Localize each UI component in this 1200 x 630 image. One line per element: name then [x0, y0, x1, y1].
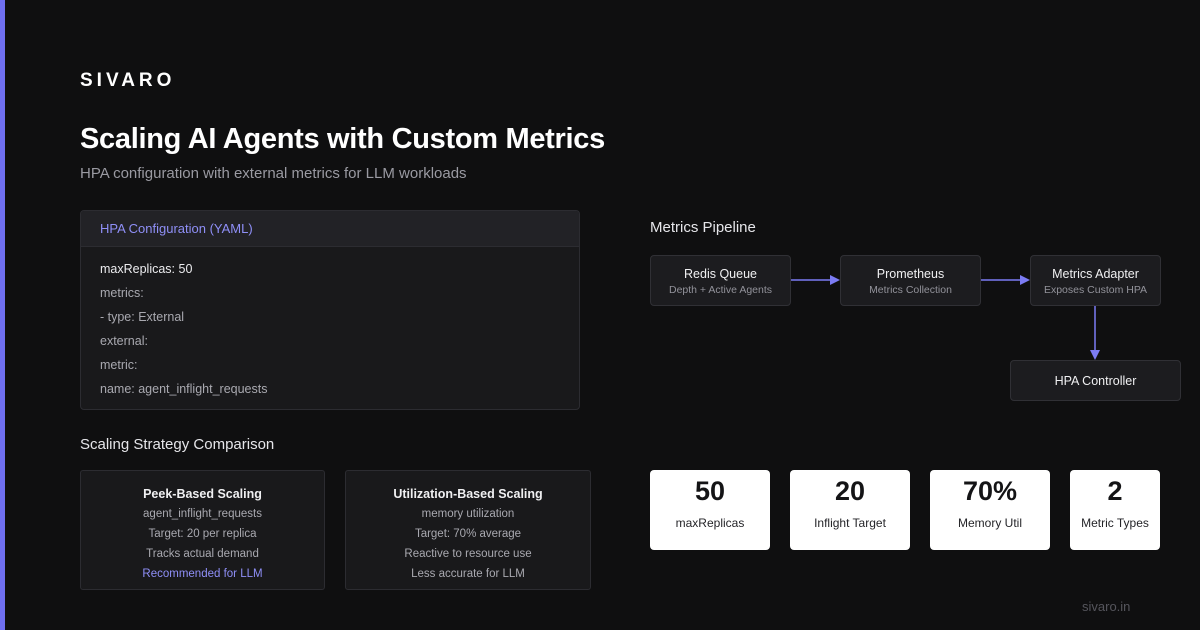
stat-label: Memory Util — [957, 516, 1022, 530]
yaml-config-card: HPA Configuration (YAML) maxReplicas: 50… — [80, 210, 580, 410]
yaml-line: external: — [100, 334, 148, 348]
stat-card-inflight-target: 20 Inflight Target — [790, 470, 910, 550]
yaml-line: - type: External — [100, 310, 185, 324]
stat-card-metric-types: 2 Metric Types — [1070, 470, 1160, 550]
strategy-title: Peek-Based Scaling — [143, 487, 262, 501]
pipeline-section-title: Metrics Pipeline — [650, 219, 756, 236]
strategy-line: Target: 70% average — [414, 528, 522, 540]
stat-label: maxReplicas — [675, 516, 745, 530]
metrics-adapter-node: Metrics Adapter Exposes Custom HPA — [1030, 255, 1161, 306]
page-title: Scaling AI Agents with Custom Metrics — [80, 123, 605, 155]
utilization-based-scaling-card: Utilization-Based Scaling memory utiliza… — [345, 470, 591, 590]
prometheus-node: Prometheus Metrics Collection — [840, 255, 981, 306]
strategy-recommendation: Recommended for LLM — [142, 568, 263, 580]
node-subtitle: Depth + Active Agents — [668, 284, 773, 296]
yaml-line: metrics: — [100, 286, 144, 300]
stat-label: Metric Types — [1081, 516, 1149, 530]
comparison-section-title: Scaling Strategy Comparison — [80, 436, 275, 453]
peek-based-scaling-card: Peek-Based Scaling agent_inflight_reques… — [80, 470, 325, 590]
yaml-line: name: agent_inflight_requests — [100, 382, 268, 396]
page-subtitle: HPA configuration with external metrics … — [80, 165, 467, 182]
strategy-line: Tracks actual demand — [146, 548, 259, 560]
node-title: Prometheus — [876, 267, 945, 281]
node-subtitle: Exposes Custom HPA — [1043, 284, 1148, 296]
stat-value: 20 — [834, 476, 866, 506]
footer-url: sivaro.in — [1082, 599, 1131, 614]
stat-card-max-replicas: 50 maxReplicas — [650, 470, 770, 550]
yaml-line: metric: — [100, 358, 138, 372]
node-subtitle: Metrics Collection — [869, 284, 952, 296]
stat-value: 2 — [1107, 476, 1123, 506]
stat-label: Inflight Target — [814, 516, 886, 530]
brand-logo: SIVARO — [80, 70, 176, 91]
redis-queue-node: Redis Queue Depth + Active Agents — [650, 255, 791, 306]
stat-value: 70% — [962, 476, 1018, 506]
strategy-line: agent_inflight_requests — [143, 508, 262, 520]
strategy-line: Reactive to resource use — [404, 548, 532, 560]
hpa-controller-node: HPA Controller — [1010, 360, 1181, 401]
node-title: Redis Queue — [684, 267, 757, 281]
yaml-card-title: HPA Configuration (YAML) — [81, 211, 579, 247]
strategy-line: Less accurate for LLM — [411, 568, 525, 580]
node-title: Metrics Adapter — [1052, 267, 1139, 281]
strategy-title: Utilization-Based Scaling — [393, 487, 543, 501]
stat-value: 50 — [694, 476, 726, 506]
strategy-line: Target: 20 per replica — [148, 528, 257, 540]
stat-card-memory-util: 70% Memory Util — [930, 470, 1050, 550]
yaml-line: maxReplicas: 50 — [100, 262, 193, 276]
left-accent-bar — [0, 0, 5, 630]
yaml-code-block: maxReplicas: 50 metrics: - type: Externa… — [81, 247, 579, 401]
strategy-line: memory utilization — [421, 508, 515, 520]
node-title: HPA Controller — [1054, 374, 1137, 388]
